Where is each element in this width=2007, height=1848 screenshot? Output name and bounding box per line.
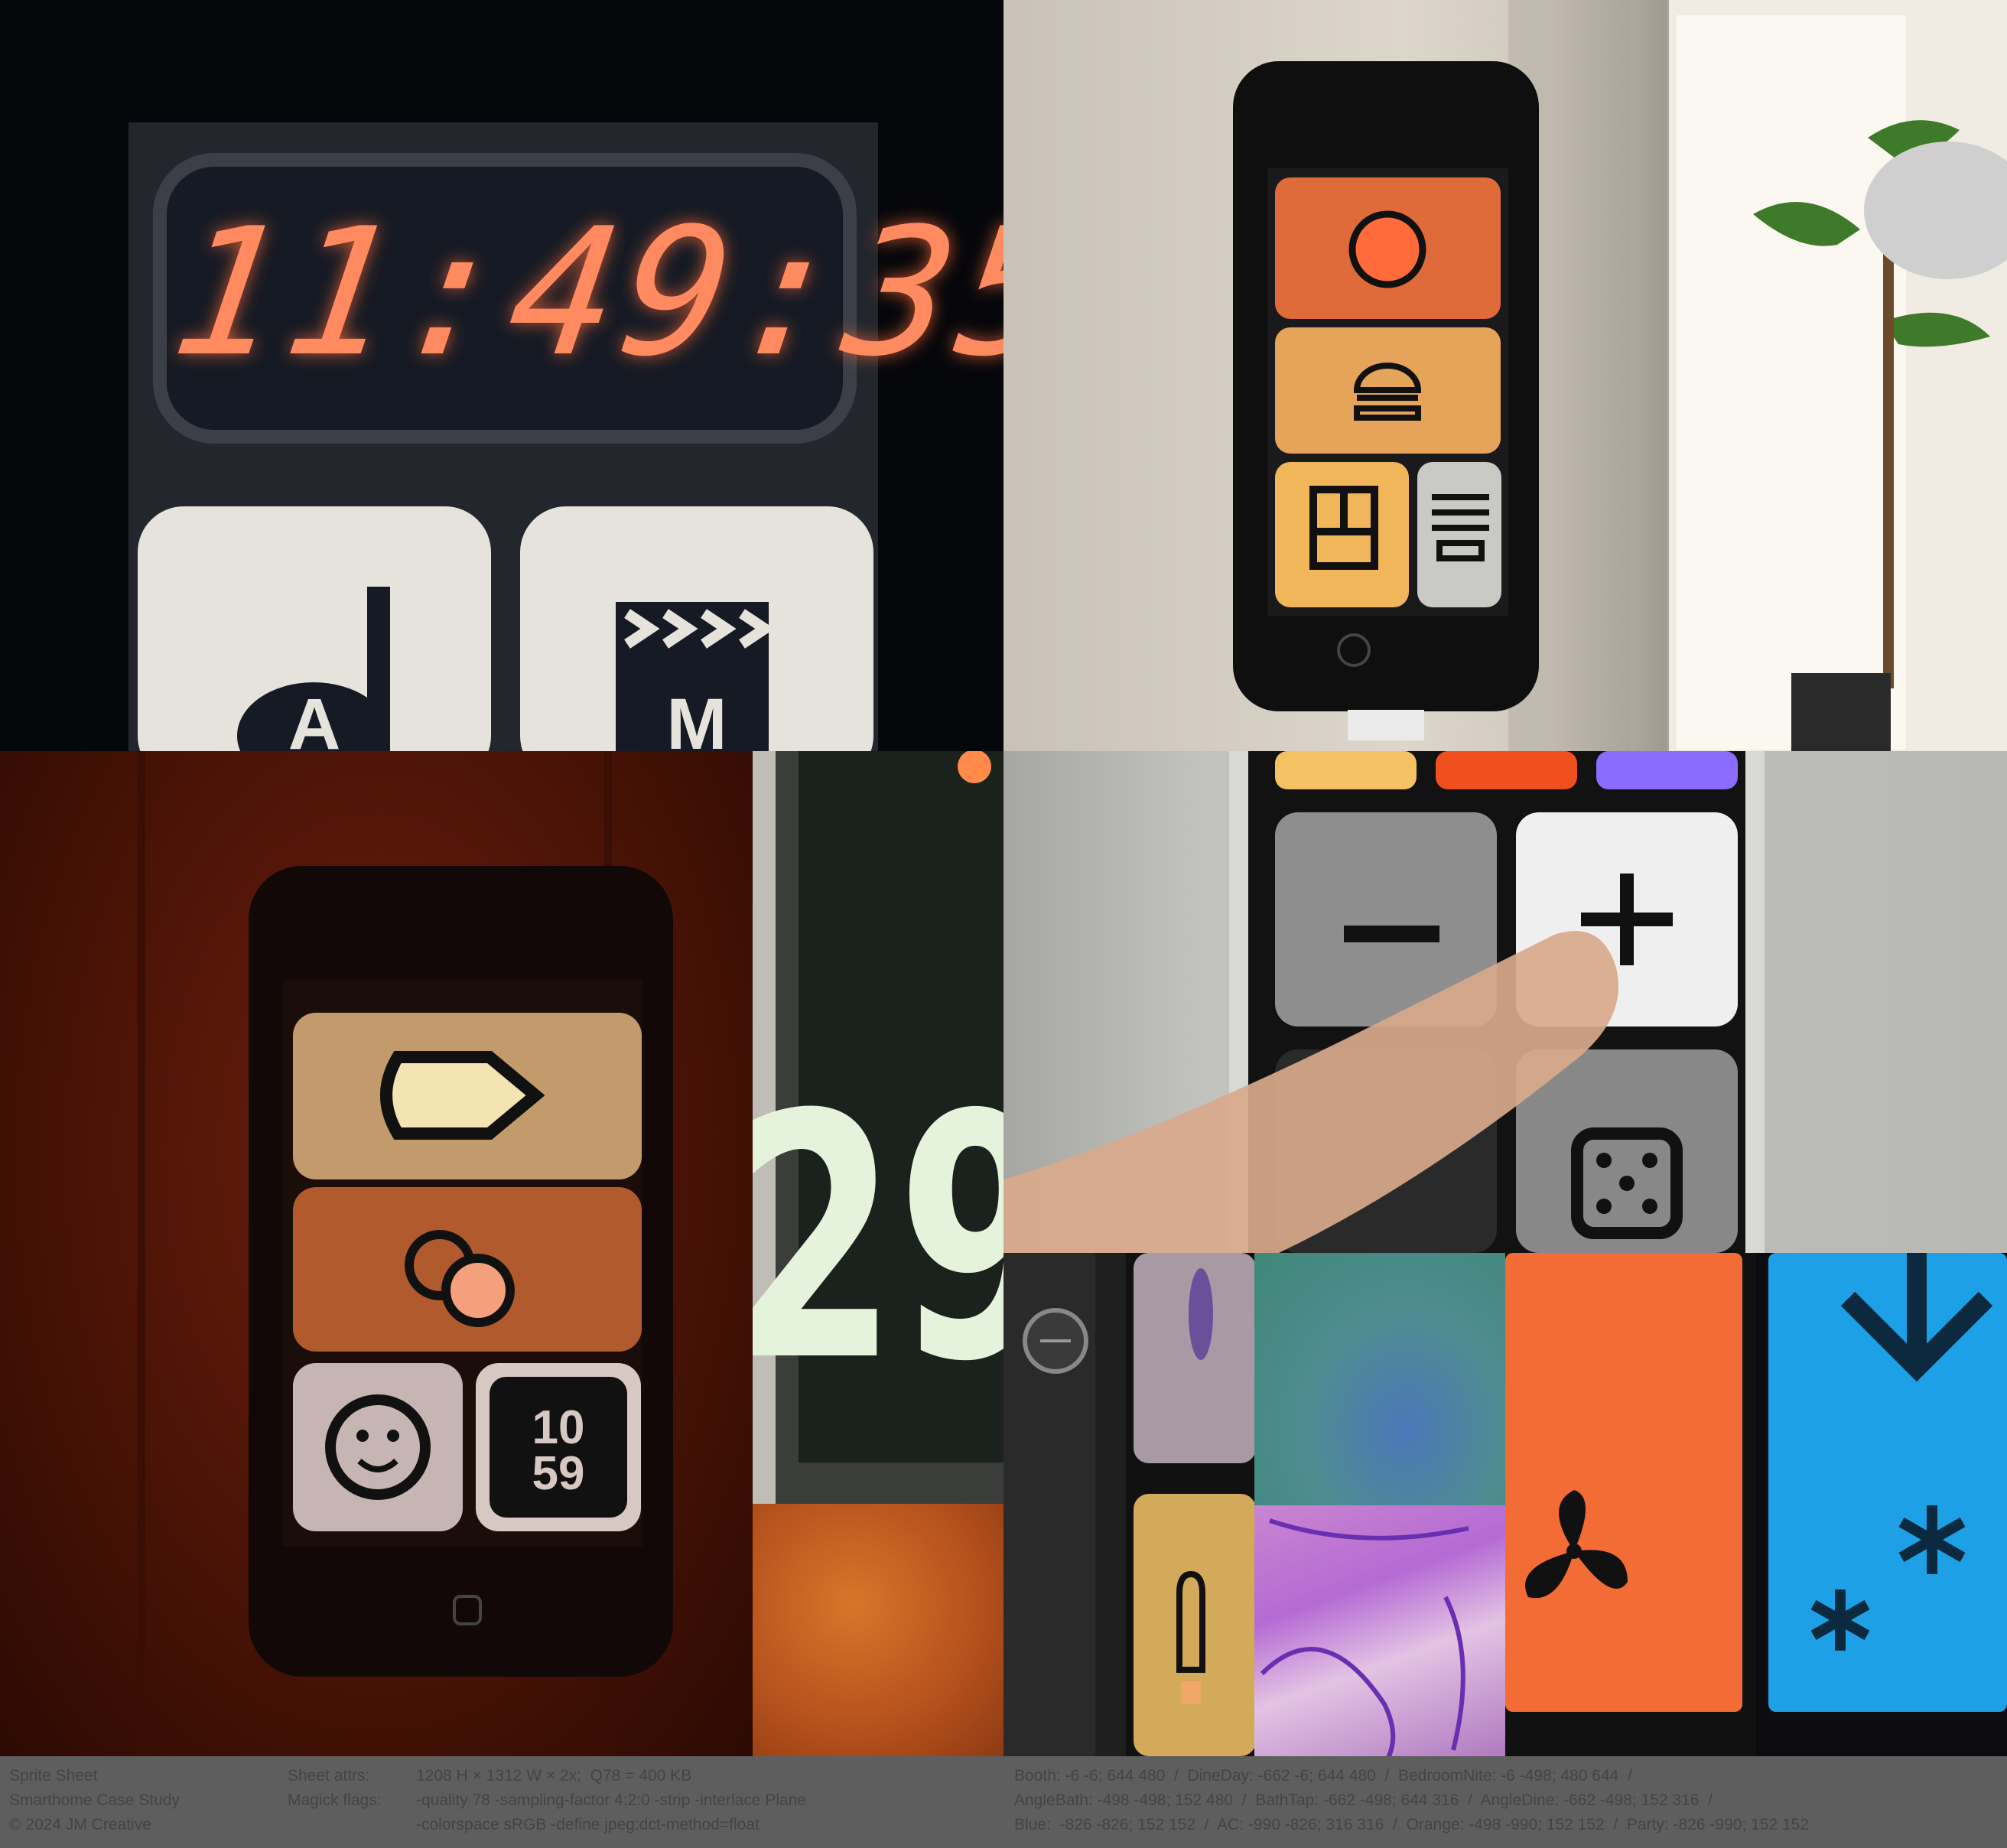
finger-press-illustration xyxy=(1004,751,1765,1253)
music-button: A xyxy=(138,506,491,751)
footer-label: Magick flags: xyxy=(288,1791,382,1809)
big-number: 29 xyxy=(753,1043,1004,1435)
minus-icon xyxy=(1344,926,1439,942)
footer-coordinates: Booth: -6 -6; 644 480 / DineDay: -662 -6… xyxy=(1014,1764,1809,1837)
footer-labels: Sheet attrs: Magick flags: xyxy=(288,1764,382,1813)
toggle-icon xyxy=(441,1254,515,1327)
phone-side-illustration xyxy=(1004,1253,1254,1756)
wall-phone-photo-tile xyxy=(1004,0,2007,751)
orange-swatch-tile xyxy=(753,1504,1004,1756)
big-number-tile: 29 xyxy=(753,751,1004,1504)
footer-coord-line: Booth: -6 -6; 644 480 / DineDay: -662 -6… xyxy=(1014,1767,1632,1785)
red-phone-illustration: 10 59 xyxy=(138,751,673,1756)
footer-credits: Sprite Sheet Smarthome Case Study © 2024 J… xyxy=(9,1764,180,1837)
sprite-sheet-footer: Sprite Sheet Smarthome Case Study © 2024 J… xyxy=(0,1756,2007,1848)
footer-values: 1208 H × 1312 W × 2x; Q78 = 400 KB -quali… xyxy=(416,1764,806,1837)
clock-time: 11:49:35 xyxy=(161,191,1004,395)
phone-side-photo-tile xyxy=(1004,1253,1254,1756)
footer-line: Smarthome Case Study xyxy=(9,1791,180,1809)
circle-icon xyxy=(1348,210,1426,288)
music-button-letter: A xyxy=(288,684,341,751)
dock-adapter xyxy=(1348,710,1424,740)
clock-icon-hours: 10 xyxy=(532,1401,585,1454)
finger-press-photo-tile xyxy=(1004,751,2007,1253)
footer-value: 1208 H × 1312 W × 2x; Q78 = 400 KB xyxy=(416,1767,692,1785)
footer-value: -quality 78 -sampling-factor 4:2:0 -stri… xyxy=(416,1791,807,1809)
snow-tile xyxy=(1756,1253,2007,1756)
fan-tile xyxy=(1505,1253,1756,1756)
snow-illustration xyxy=(1768,1253,2007,1712)
red-room-phone-photo-tile: 10 59 xyxy=(0,751,753,1756)
purple-swirl-illustration xyxy=(1260,1518,1469,1756)
footer-coord-line: Blue: -826 -826; 152 152 / AC: -990 -826… xyxy=(1014,1816,1810,1833)
wall-phone-illustration xyxy=(1233,0,2007,751)
footer-line: Sprite Sheet xyxy=(9,1767,98,1785)
clock-icon-minutes: 59 xyxy=(532,1447,585,1500)
teal-swatch-tile xyxy=(1254,1253,1505,1505)
movie-button-letter: M xyxy=(666,684,727,751)
footer-line: © 2024 JM Creative xyxy=(9,1816,151,1833)
smiley-tile xyxy=(293,1363,463,1531)
fan-illustration xyxy=(1505,1253,1742,1712)
clock-photo-tile: 11:49:35 A M xyxy=(0,0,1004,751)
big-number-illustration: 29 xyxy=(753,751,1004,1504)
footer-value: -colorspace sRGB -define jpeg:dct-method… xyxy=(416,1816,760,1833)
footer-coord-line: AngleBath: -498 -498; 152 480 / BathTap:… xyxy=(1014,1791,1713,1809)
footer-label: Sheet attrs: xyxy=(288,1767,370,1785)
movie-button: M xyxy=(520,506,873,751)
lines-tile xyxy=(1417,462,1501,607)
purple-swatch-tile xyxy=(1254,1505,1505,1756)
